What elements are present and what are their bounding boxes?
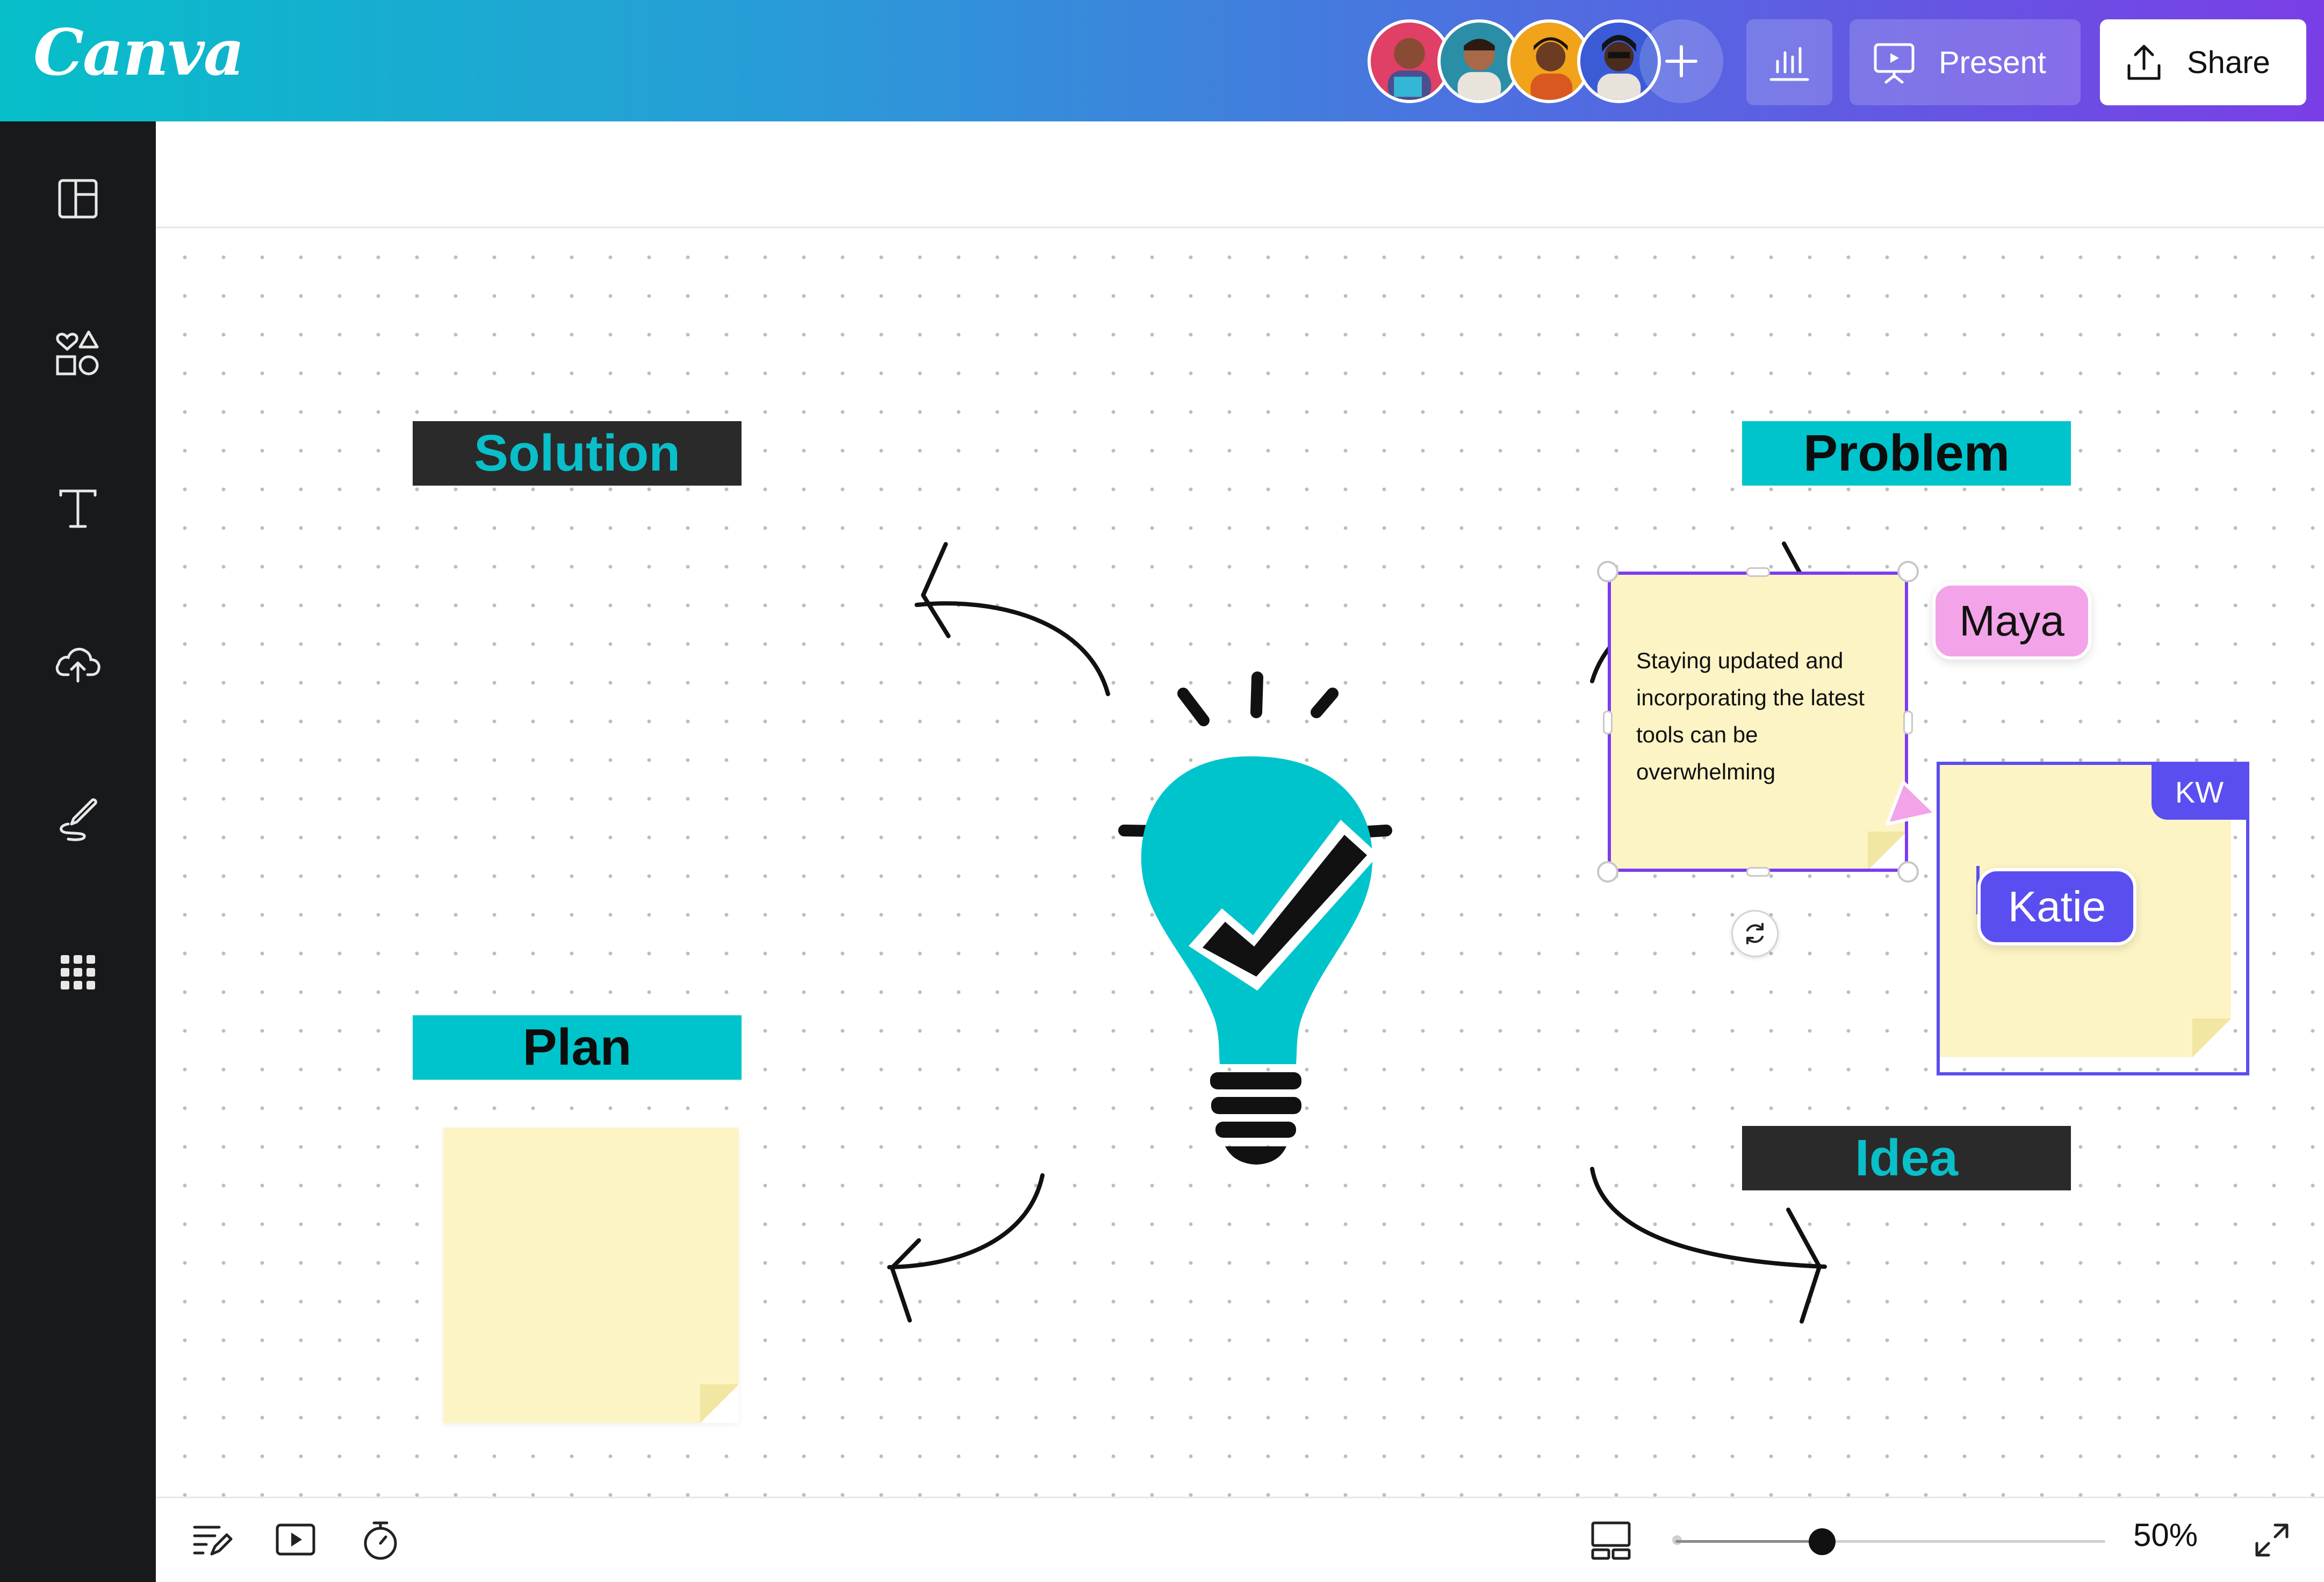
zoom-level[interactable]: 50% <box>2133 1516 2198 1554</box>
add-collaborator-button[interactable] <box>1639 19 1723 103</box>
label-problem[interactable]: Problem <box>1742 421 2071 486</box>
maya-cursor-tag: Maya <box>1932 582 2091 660</box>
present-button[interactable]: Present <box>1850 19 2081 105</box>
analytics-button[interactable] <box>1746 19 1832 105</box>
resize-handle-bottom[interactable] <box>1746 867 1770 877</box>
layout-icon <box>58 179 98 219</box>
zoom-slider-fill <box>1675 1540 1822 1543</box>
sidebar-item-text[interactable] <box>46 476 110 540</box>
shapes-icon <box>56 330 99 375</box>
resize-handle-bottom-right[interactable] <box>1897 861 1919 883</box>
bottom-bar: 50% <box>156 1497 2324 1582</box>
sidebar-item-elements[interactable] <box>46 321 110 386</box>
sticky-fold <box>700 1384 739 1423</box>
play-icon <box>276 1523 315 1556</box>
label-plan[interactable]: Plan <box>413 1015 742 1080</box>
rotate-button[interactable] <box>1731 910 1779 957</box>
apps-grid-icon <box>61 955 95 989</box>
kw-initials-tab: KW <box>2152 764 2247 820</box>
zoom-slider-handle[interactable] <box>1809 1528 1836 1555</box>
selection-frame <box>1608 572 1908 872</box>
page-view-button[interactable] <box>1585 1514 1637 1566</box>
bar-chart-icon <box>1769 47 1809 81</box>
sidebar-item-draw[interactable] <box>46 785 110 850</box>
timer-icon <box>364 1521 397 1560</box>
katie-cursor-tag: Katie <box>1977 868 2136 945</box>
resize-handle-left[interactable] <box>1603 711 1613 734</box>
label-solution[interactable]: Solution <box>413 421 742 486</box>
sidebar-item-templates[interactable] <box>46 167 110 231</box>
present-label: Present <box>1939 45 2046 80</box>
text-icon <box>59 489 97 528</box>
cloud-upload-icon <box>55 648 100 683</box>
share-button[interactable]: Share <box>2100 19 2306 105</box>
rotate-icon <box>1746 923 1764 944</box>
upload-share-icon <box>2127 45 2161 80</box>
whiteboard-canvas[interactable]: Solution Problem Plan Idea Staying updat… <box>156 121 2324 1497</box>
timer-button[interactable] <box>355 1514 406 1566</box>
collaborator-avatars <box>1368 19 1733 105</box>
canva-logo[interactable]: Canva <box>33 15 244 90</box>
label-idea[interactable]: Idea <box>1742 1126 2071 1190</box>
resize-handle-bottom-left[interactable] <box>1597 861 1618 883</box>
sidebar-item-uploads[interactable] <box>46 631 110 695</box>
notes-icon <box>193 1526 233 1556</box>
notes-button[interactable] <box>186 1514 238 1566</box>
plus-icon <box>1665 45 1697 77</box>
fullscreen-button[interactable] <box>2246 1514 2298 1566</box>
page-view-icon <box>1591 1521 1631 1560</box>
play-button[interactable] <box>270 1514 321 1566</box>
draw-icon <box>60 798 97 841</box>
canvas-top-strip <box>156 121 2324 228</box>
resize-handle-right[interactable] <box>1903 711 1913 734</box>
share-label: Share <box>2187 45 2270 80</box>
resize-handle-top-right[interactable] <box>1897 561 1919 582</box>
lightbulb-checkmark-icon[interactable] <box>999 551 1537 1249</box>
sidebar <box>0 121 156 1582</box>
sidebar-item-apps[interactable] <box>46 940 110 1005</box>
presentation-icon <box>1874 43 1915 84</box>
top-bar: Canva Present Share <box>0 0 2324 121</box>
resize-handle-top[interactable] <box>1746 567 1770 577</box>
expand-icon <box>2255 1523 2289 1557</box>
sticky-note-plan[interactable] <box>443 1128 739 1423</box>
resize-handle-top-left[interactable] <box>1597 561 1618 582</box>
zoom-slider[interactable] <box>1672 1528 2105 1555</box>
